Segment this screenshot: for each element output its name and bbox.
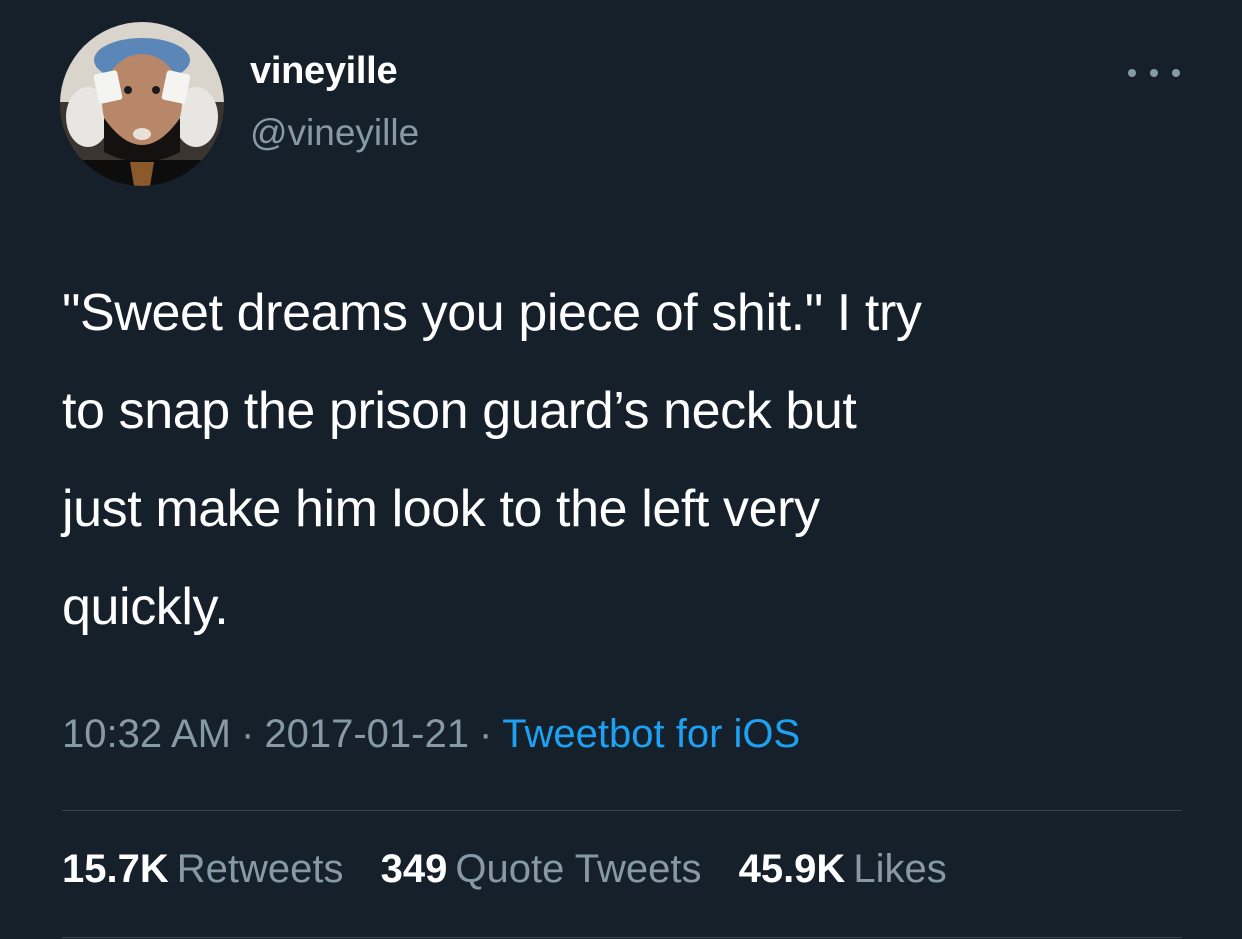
- dot-icon: [1128, 69, 1136, 77]
- likes-label: Likes: [853, 847, 947, 891]
- retweets-label: Retweets: [176, 847, 344, 891]
- tweet-time[interactable]: 10:32 AM: [62, 712, 231, 756]
- tweet-source-link[interactable]: Tweetbot for iOS: [502, 712, 800, 756]
- dot-icon: [1150, 69, 1158, 77]
- tweet-text-line: quickly.: [62, 578, 229, 636]
- retweets-stat[interactable]: 15.7K Retweets: [62, 847, 344, 892]
- tweet-date[interactable]: 2017-01-21: [264, 712, 469, 756]
- likes-stat[interactable]: 45.9K Likes: [739, 847, 947, 892]
- tweet-metadata: 10:32 AM · 2017-01-21 · Tweetbot for iOS: [62, 712, 800, 757]
- tweet-card: vineyille @vineyille "Sweet dreams you p…: [0, 0, 1242, 939]
- tweet-text: "Sweet dreams you piece of shit." I try …: [62, 264, 1182, 656]
- tweet-text-line: to snap the prison guard’s neck but: [62, 382, 857, 440]
- more-options-icon[interactable]: [1128, 60, 1180, 86]
- tweet-text-line: "Sweet dreams you piece of shit." I try: [62, 284, 922, 342]
- quote-tweets-label: Quote Tweets: [455, 847, 702, 891]
- separator-dot: ·: [478, 712, 493, 756]
- quote-tweets-count: 349: [380, 847, 448, 891]
- dot-icon: [1172, 69, 1180, 77]
- tweet-text-line: just make him look to the left very: [62, 480, 820, 538]
- separator-dot: ·: [241, 712, 255, 756]
- avatar[interactable]: [60, 22, 224, 186]
- username-handle[interactable]: @vineyille: [250, 112, 419, 154]
- likes-count: 45.9K: [738, 847, 846, 891]
- quote-tweets-stat[interactable]: 349 Quote Tweets: [381, 847, 702, 892]
- divider: [62, 810, 1182, 811]
- divider: [62, 937, 1182, 938]
- engagement-stats: 15.7K Retweets 349 Quote Tweets 45.9K Likes: [62, 847, 973, 892]
- retweets-count: 15.7K: [62, 847, 169, 891]
- display-name[interactable]: vineyille: [250, 50, 398, 93]
